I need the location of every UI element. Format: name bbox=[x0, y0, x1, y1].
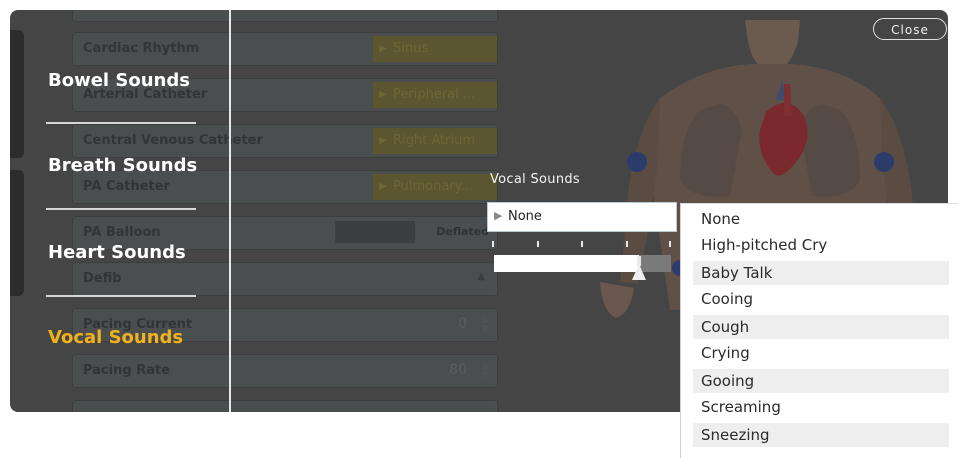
dropdown-option-crying[interactable]: Crying bbox=[693, 341, 949, 365]
side-tab[interactable] bbox=[10, 170, 24, 296]
dropdown-option-high-pitched-cry[interactable]: High-pitched Cry bbox=[693, 233, 949, 257]
bg-row-value: Pulmonary... bbox=[373, 174, 497, 200]
category-heart-sounds[interactable]: Heart Sounds bbox=[48, 242, 186, 263]
menu-divider bbox=[46, 295, 196, 297]
vocal-sound-dropdown: None High-pitched Cry Baby Talk Cooing C… bbox=[680, 203, 958, 458]
slider-tick bbox=[581, 241, 583, 247]
bg-row-label: PA Balloon bbox=[83, 225, 161, 240]
category-bowel-sounds[interactable]: Bowel Sounds bbox=[48, 70, 190, 91]
menu-separator-line bbox=[229, 10, 231, 412]
bg-balloon-button bbox=[335, 221, 415, 243]
bg-row-label: Cardiac Rhythm bbox=[83, 41, 200, 56]
side-tab[interactable] bbox=[10, 30, 24, 158]
bg-row-cardiac-rhythm: Cardiac Rhythm Sinus bbox=[72, 32, 498, 66]
vocal-sounds-label: Vocal Sounds bbox=[490, 172, 581, 187]
dropdown-option-gooing[interactable]: Gooing bbox=[693, 369, 949, 393]
volume-slider-fill[interactable] bbox=[494, 255, 639, 272]
dropdown-option-cough[interactable]: Cough bbox=[693, 315, 949, 339]
bg-row-value: Peripheral ... bbox=[373, 82, 497, 108]
volume-slider-thumb[interactable] bbox=[632, 264, 646, 280]
vocal-sound-select[interactable]: ▶ None bbox=[487, 202, 677, 232]
slider-tick bbox=[669, 241, 671, 247]
slider-tick bbox=[537, 241, 539, 247]
bg-row-defib: Defib ▲ bbox=[72, 262, 498, 296]
bg-row-central-venous-catheter: Central Venous Catheter Right Atrium bbox=[72, 124, 498, 158]
bg-row-pacing-rate: Pacing Rate 80 ▲ ▼ bbox=[72, 354, 498, 388]
menu-divider bbox=[46, 122, 196, 124]
bg-row-value: 0 bbox=[458, 316, 467, 332]
dropdown-option-none[interactable]: None bbox=[693, 207, 949, 231]
bg-row-label: PA Catheter bbox=[83, 179, 170, 194]
bg-spinner-icon: ▲ ▼ bbox=[481, 314, 489, 335]
bg-row-label: Defib bbox=[83, 271, 122, 286]
slider-tick bbox=[492, 241, 494, 247]
dropdown-option-screaming[interactable]: Screaming bbox=[693, 395, 949, 419]
category-breath-sounds[interactable]: Breath Sounds bbox=[48, 155, 197, 176]
dropdown-option-baby-talk[interactable]: Baby Talk bbox=[693, 261, 949, 285]
bg-spinner-icon: ▲ ▼ bbox=[481, 360, 489, 381]
bg-defib-arrow-icon: ▲ bbox=[477, 271, 485, 282]
bg-row-value: 80 bbox=[449, 362, 467, 378]
slider-tick bbox=[626, 241, 628, 247]
dropdown-option-sneezing[interactable]: Sneezing bbox=[693, 423, 949, 447]
menu-divider bbox=[46, 208, 196, 210]
category-vocal-sounds[interactable]: Vocal Sounds bbox=[48, 327, 183, 348]
bg-row-label: Central Venous Catheter bbox=[83, 133, 263, 148]
bg-row-label: Pacing Rate bbox=[83, 363, 171, 378]
bg-row-value: Deflated bbox=[436, 225, 489, 238]
bg-row-partial bbox=[72, 400, 498, 412]
dropdown-option-cooing[interactable]: Cooing bbox=[693, 287, 949, 311]
play-triangle-icon: ▶ bbox=[494, 209, 503, 222]
vocal-selected-value: None bbox=[508, 209, 542, 224]
bg-row-value: Sinus bbox=[373, 36, 497, 62]
bg-row-partial bbox=[72, 10, 498, 22]
close-button[interactable]: Close bbox=[873, 18, 947, 40]
bg-row-value: Right Atrium bbox=[373, 128, 497, 154]
